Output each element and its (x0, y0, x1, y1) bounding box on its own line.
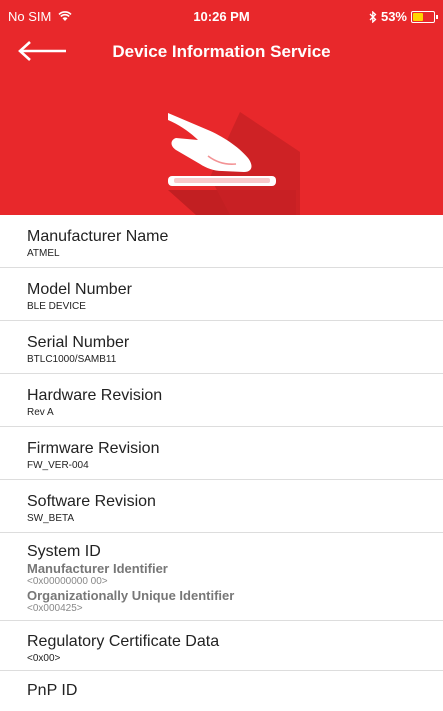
item-value: ATMEL (27, 248, 60, 259)
battery-icon (411, 10, 438, 23)
list-item-serial-number[interactable]: Serial Number BTLC1000/SAMB11 (0, 321, 443, 374)
oui-value: <0x000425> (27, 603, 83, 614)
page-title: Device Information Service (112, 42, 331, 61)
list-item-regulatory-certificate-data[interactable]: Regulatory Certificate Data <0x00> (0, 621, 443, 671)
status-bar: No SIM 10:26 PM 53% (0, 0, 443, 30)
item-title: Manufacturer Name (27, 228, 169, 245)
list-item-hardware-revision[interactable]: Hardware Revision Rev A (0, 374, 443, 427)
hero-banner (0, 72, 443, 215)
list-item-pnp-id[interactable]: PnP ID (0, 671, 443, 711)
manufacturer-identifier-label: Manufacturer Identifier (27, 561, 168, 576)
battery-percent: 53% (380, 9, 407, 24)
item-title: Serial Number (27, 334, 130, 351)
item-title: Firmware Revision (27, 440, 160, 457)
list-item-system-id[interactable]: System ID Manufacturer Identifier <0x000… (0, 533, 443, 621)
battery-status: 53% (369, 9, 438, 24)
item-value: BLE DEVICE (27, 301, 86, 312)
battery-level-fill (413, 12, 423, 21)
list-item-software-revision[interactable]: Software Revision SW_BETA (0, 480, 443, 533)
list-item-firmware-revision[interactable]: Firmware Revision FW_VER-004 (0, 427, 443, 480)
item-title: Model Number (27, 281, 132, 298)
navigation-bar: Device Information Service (0, 30, 443, 72)
item-value: <0x00> (27, 653, 61, 664)
manufacturer-identifier-value: <0x00000000 00> (27, 576, 108, 587)
item-title: Regulatory Certificate Data (27, 633, 220, 650)
item-title: PnP ID (27, 682, 78, 699)
item-value: Rev A (27, 407, 54, 418)
bluetooth-icon (369, 10, 377, 23)
hand-touch-phone-icon (168, 112, 300, 215)
item-value: FW_VER-004 (27, 460, 89, 471)
item-title: Hardware Revision (27, 387, 163, 404)
list-item-model-number[interactable]: Model Number BLE DEVICE (0, 268, 443, 321)
item-title: System ID (27, 543, 101, 560)
item-value: SW_BETA (27, 513, 75, 524)
oui-label: Organizationally Unique Identifier (27, 588, 235, 603)
characteristics-list: Manufacturer Name ATMEL Model Number BLE… (0, 215, 443, 711)
item-title: Software Revision (27, 493, 156, 510)
item-value: BTLC1000/SAMB11 (27, 354, 117, 365)
list-item-manufacturer-name[interactable]: Manufacturer Name ATMEL (0, 215, 443, 268)
